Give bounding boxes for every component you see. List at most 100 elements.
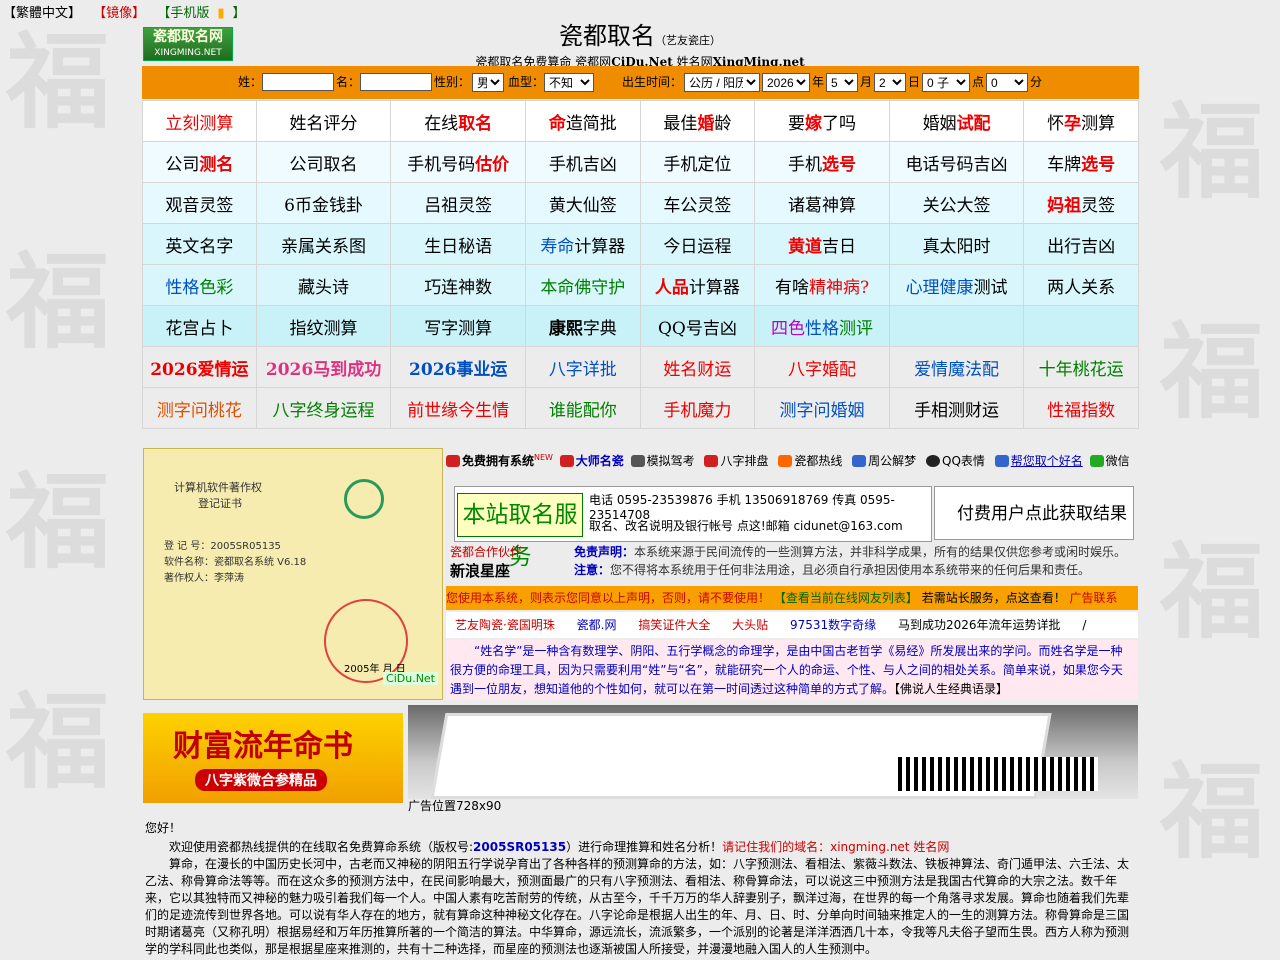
blood-select[interactable]: 不知: [544, 73, 594, 92]
nav-master-porcelain[interactable]: 大师名瓷: [559, 454, 624, 468]
grid-cell[interactable]: 生日秘语: [390, 223, 527, 265]
grid-cell[interactable]: 吕祖灵签: [390, 182, 527, 224]
grid-cell[interactable]: 英文名字: [142, 223, 257, 265]
grid-cell[interactable]: 最佳婚龄: [639, 100, 756, 142]
grid-cell[interactable]: 手机定位: [639, 141, 756, 183]
grid-cell[interactable]: 手机吉凶: [525, 141, 641, 183]
grid-cell[interactable]: 有啥精神病?: [754, 264, 890, 306]
grid-cell[interactable]: 观音灵签: [142, 182, 257, 224]
link-cidu[interactable]: 瓷都.网: [577, 612, 617, 638]
calendar-select[interactable]: 公历 / 阳历: [684, 73, 760, 92]
grid-cell[interactable]: 公司测名: [142, 141, 257, 183]
link-number-fate[interactable]: 97531数字奇缘: [790, 612, 876, 638]
online-users-link[interactable]: 【查看当前在线网友列表】: [774, 591, 918, 605]
grid-cell[interactable]: 花宫占卜: [142, 305, 257, 347]
grid-cell[interactable]: 真太阳时: [888, 223, 1025, 265]
given-name-input[interactable]: [360, 73, 432, 91]
grid-cell[interactable]: 写字测算: [390, 305, 527, 347]
grid-cell[interactable]: 怀孕测算: [1023, 100, 1139, 142]
mobile-link[interactable]: 【手机版 ▮】: [157, 6, 253, 21]
banner-ad[interactable]: [408, 705, 1138, 799]
grid-cell[interactable]: 出行吉凶: [1023, 223, 1139, 265]
grid-cell[interactable]: 电话号码吉凶: [888, 141, 1025, 183]
grid-cell[interactable]: 车牌选号: [1023, 141, 1139, 183]
sina-partner[interactable]: 瓷都合作伙伴 新浪星座: [450, 543, 570, 580]
ad-contact-link[interactable]: 广告联系: [1070, 591, 1118, 605]
grid-cell[interactable]: 手机选号: [754, 141, 890, 183]
grid-cell[interactable]: 要嫁了吗: [754, 100, 890, 142]
grid-cell[interactable]: 人品计算器: [639, 264, 756, 306]
grid-cell[interactable]: 心理健康测试: [888, 264, 1025, 306]
link-funny-cert[interactable]: 搞笑证件大全: [638, 612, 710, 638]
traditional-chinese-link[interactable]: 【繁體中文】: [3, 6, 81, 21]
grid-cell[interactable]: 在线取名: [390, 100, 527, 142]
grid-cell[interactable]: 命造简批: [525, 100, 641, 142]
grid-cell[interactable]: 车公灵签: [639, 182, 756, 224]
admin-service-link[interactable]: 若需站长服务，点这查看！: [922, 591, 1066, 605]
grid-cell[interactable]: 前世缘今生情: [390, 387, 527, 429]
nav-driving-test[interactable]: 模拟驾考: [630, 454, 698, 468]
minute-select[interactable]: 0: [986, 73, 1028, 92]
grid-cell[interactable]: 测字问婚姻: [754, 387, 890, 429]
grid-cell[interactable]: 手相测财运: [888, 387, 1025, 429]
grid-cell[interactable]: 八字终身运程: [255, 387, 392, 429]
grid-cell[interactable]: 十年桃花运: [1023, 346, 1139, 388]
grid-cell[interactable]: 今日运程: [639, 223, 756, 265]
grid-cell[interactable]: QQ号吉凶: [639, 305, 756, 347]
grid-cell[interactable]: 寿命计算器: [525, 223, 641, 265]
grid-cell[interactable]: 关公大签: [888, 182, 1025, 224]
grid-cell[interactable]: 巧连神数: [390, 264, 527, 306]
site-logo[interactable]: 瓷都取名网 XINGMING.NET: [143, 27, 233, 61]
nav-free-system[interactable]: 免费拥有系统NEW: [446, 453, 553, 468]
grid-cell[interactable]: 姓名财运: [639, 346, 756, 388]
nav-bazi[interactable]: 八字排盘: [704, 454, 771, 468]
year-select[interactable]: 2026: [762, 73, 810, 92]
grid-cell[interactable]: 四色性格测评: [754, 305, 890, 347]
grid-cell[interactable]: 黄道吉日: [754, 223, 890, 265]
hour-select[interactable]: 0 子: [922, 73, 970, 92]
grid-cell[interactable]: 黄大仙签: [525, 182, 641, 224]
grid-cell[interactable]: 立刻测算: [142, 100, 257, 142]
nav-good-name[interactable]: 帮您取个好名: [994, 454, 1083, 468]
grid-cell[interactable]: 手机魔力: [639, 387, 756, 429]
gender-select[interactable]: 男: [472, 73, 504, 92]
grid-cell[interactable]: 性福指数: [1023, 387, 1139, 429]
mirror-link[interactable]: 【镜像】: [93, 6, 145, 21]
link-2026-fortune[interactable]: 马到成功2026年流年运势详批: [898, 612, 1061, 638]
grid-cell[interactable]: 妈祖灵签: [1023, 182, 1139, 224]
grid-cell[interactable]: 藏头诗: [255, 264, 392, 306]
link-porcelain[interactable]: 艺友陶瓷·瓷国明珠: [455, 612, 555, 638]
nav-dream[interactable]: 周公解梦: [852, 454, 919, 468]
grid-cell[interactable]: 公司取名: [255, 141, 392, 183]
grid-cell[interactable]: 6币金钱卦: [255, 182, 392, 224]
grid-cell[interactable]: 2026马到成功: [255, 346, 392, 388]
nav-wechat[interactable]: 微信: [1089, 454, 1133, 468]
fortune-book-ad[interactable]: 财富流年命书 八字紫微合参精品: [143, 713, 403, 803]
link-photo-sticker[interactable]: 大头贴: [732, 612, 768, 638]
grid-cell[interactable]: 手机号码估价: [390, 141, 527, 183]
grid-cell[interactable]: 本命佛守护: [525, 264, 641, 306]
day-select[interactable]: 2: [874, 73, 906, 92]
paid-result-button[interactable]: 付费用户点此获取结果: [934, 486, 1134, 540]
month-select[interactable]: 5: [826, 73, 858, 92]
grid-cell[interactable]: 两人关系: [1023, 264, 1139, 306]
grid-cell[interactable]: 康熙字典: [525, 305, 641, 347]
grid-cell[interactable]: 诸葛神算: [754, 182, 890, 224]
grid-cell[interactable]: 性格色彩: [142, 264, 257, 306]
nav-hotline[interactable]: 瓷都热线: [778, 454, 845, 468]
grid-cell[interactable]: 2026爱情运: [142, 346, 257, 388]
grid-cell[interactable]: 2026事业运: [390, 346, 527, 388]
grid-cell[interactable]: 姓名评分: [255, 100, 392, 142]
grid-cell[interactable]: 婚姻试配: [888, 100, 1025, 142]
grid-cell[interactable]: 八字详批: [525, 346, 641, 388]
nav-qq-emoji[interactable]: QQ表情: [926, 454, 988, 468]
grid-cell[interactable]: 亲属关系图: [255, 223, 392, 265]
surname-input[interactable]: [262, 73, 334, 91]
grid-cell[interactable]: 爱情魔法配: [888, 346, 1025, 388]
grid-cell[interactable]: 谁能配你: [525, 387, 641, 429]
grid-cell[interactable]: 八字婚配: [754, 346, 890, 388]
copyright-link[interactable]: 2005SR05135: [473, 840, 566, 854]
grid-cell[interactable]: 指纹测算: [255, 305, 392, 347]
buddha-quotes-link[interactable]: 【佛说人生经典语录】: [894, 682, 1008, 696]
grid-cell[interactable]: 测字问桃花: [142, 387, 257, 429]
